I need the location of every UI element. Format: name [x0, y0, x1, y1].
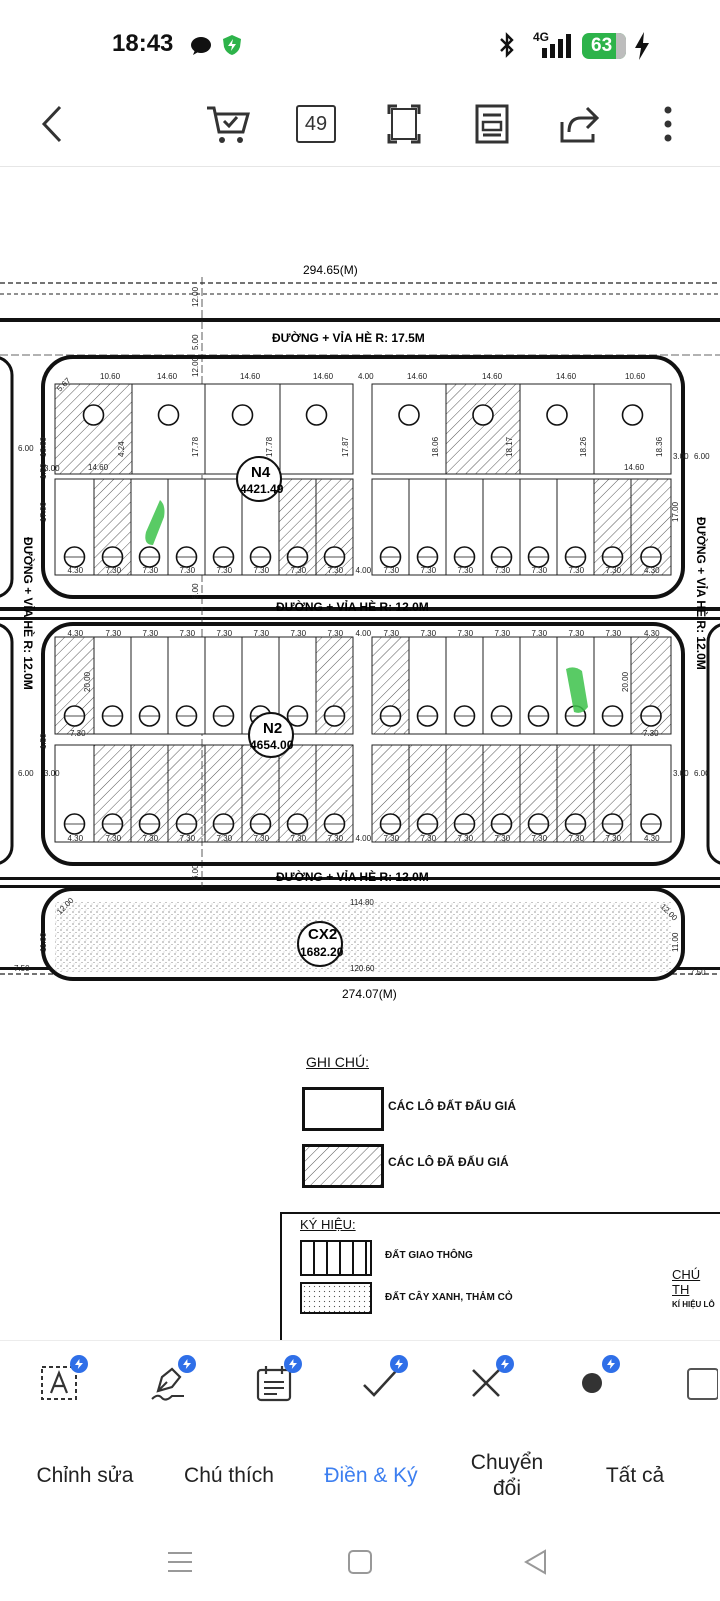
symbol-green-label: ĐẤT CÂY XANH, THẢM CỎ: [385, 1292, 513, 1303]
tab-fill-sign[interactable]: Điền & Ký: [306, 1430, 436, 1522]
tab-edit[interactable]: Chỉnh sửa: [20, 1430, 150, 1522]
fullscreen-icon: [387, 104, 421, 144]
document-page[interactable]: 294.65(M) 274.07(M) ĐƯỜNG + VỈA HÈ R: 17…: [0, 167, 720, 1340]
tab-fill-sign-label: Điền & Ký: [324, 1464, 418, 1487]
tab-annotate[interactable]: Chú thích: [164, 1430, 294, 1522]
legend: GHI CHÚ: CÁC LÔ ĐẤT ĐẤU GIÁ CÁC LÔ ĐÃ ĐẤ…: [0, 167, 720, 1340]
check-badge: [390, 1355, 408, 1373]
cross-tool[interactable]: [456, 1353, 516, 1413]
signature-tool[interactable]: [138, 1353, 198, 1413]
symbol-traffic-swatch: [300, 1240, 372, 1276]
signature-badge: [178, 1355, 196, 1373]
more-vertical-icon: [664, 106, 672, 142]
tab-all-label: Tất cả: [605, 1464, 665, 1487]
recent-apps-button[interactable]: [158, 1540, 202, 1584]
cross-badge: [496, 1355, 514, 1373]
symbol-traffic-label: ĐẤT GIAO THÔNG: [385, 1250, 473, 1261]
text-box-tool[interactable]: [30, 1353, 90, 1413]
dot-badge: [602, 1355, 620, 1373]
mode-tabs: Chỉnh sửa Chú thích Điền & Ký Chuyển đổi…: [0, 1430, 720, 1522]
home-square-icon: [348, 1550, 372, 1574]
back-button[interactable]: [24, 96, 80, 152]
tab-convert-label-line2: đổi: [492, 1477, 522, 1500]
side-note-text: KÍ HIỆU LÔ: [672, 1300, 715, 1309]
system-nav-bar: [0, 1522, 720, 1601]
document-toolbar: 49: [0, 84, 720, 167]
signal-icon: [542, 34, 571, 58]
legend-blank-label: CÁC LÔ ĐẤT ĐẤU GIÁ: [388, 1099, 516, 1113]
status-time: 18:43: [112, 30, 174, 57]
page-count: 49: [296, 105, 336, 143]
status-bar: 18:43 4G 63: [0, 0, 720, 84]
rectangle-tool[interactable]: [668, 1353, 720, 1413]
dot-tool[interactable]: [562, 1353, 622, 1413]
date-badge: [284, 1355, 302, 1373]
battery-level: 63: [591, 35, 613, 56]
legend-blank-swatch: [302, 1087, 384, 1131]
battery-icon: 63: [582, 33, 626, 59]
check-tool[interactable]: [350, 1353, 410, 1413]
tab-convert[interactable]: Chuyển đổi: [452, 1430, 562, 1522]
read-mode-button[interactable]: [464, 96, 520, 152]
home-button[interactable]: [338, 1540, 382, 1584]
cart-check-icon: [207, 106, 250, 143]
side-note-title: CHÚ TH: [672, 1267, 701, 1297]
legend-title: GHI CHÚ:: [306, 1054, 369, 1070]
share-button[interactable]: [552, 96, 608, 152]
message-icon: [191, 37, 211, 55]
tab-convert-label-line1: Chuyển: [470, 1451, 544, 1474]
text-box-badge: [70, 1355, 88, 1373]
shield-icon: [223, 35, 241, 55]
legend-hatched-label: CÁC LÔ ĐÃ ĐẤU GIÁ: [388, 1155, 509, 1169]
menu-lines-icon: [168, 1552, 192, 1572]
tab-edit-label: Chỉnh sửa: [36, 1464, 134, 1487]
back-triangle-icon: [524, 1549, 546, 1575]
page-count-button[interactable]: 49: [288, 96, 344, 152]
share-icon: [560, 106, 600, 143]
symbol-green-swatch: [300, 1282, 372, 1314]
fullscreen-button[interactable]: [376, 96, 432, 152]
more-options-button[interactable]: [640, 96, 696, 152]
date-tool[interactable]: [244, 1353, 304, 1413]
back-arrow-icon: [41, 105, 62, 143]
rectangle-icon: [687, 1368, 718, 1400]
system-back-button[interactable]: [514, 1540, 558, 1584]
bluetooth-icon: [500, 32, 514, 58]
tab-annotate-label: Chú thích: [184, 1464, 274, 1487]
tab-all[interactable]: Tất cả: [580, 1430, 690, 1522]
legend-hatched-swatch: [302, 1144, 384, 1188]
charging-icon: [635, 32, 649, 60]
symbols-title: KÝ HIỆU:: [300, 1217, 356, 1232]
annotation-tools: [0, 1340, 720, 1431]
cart-button[interactable]: [200, 96, 256, 152]
read-mode-icon: [475, 104, 509, 144]
